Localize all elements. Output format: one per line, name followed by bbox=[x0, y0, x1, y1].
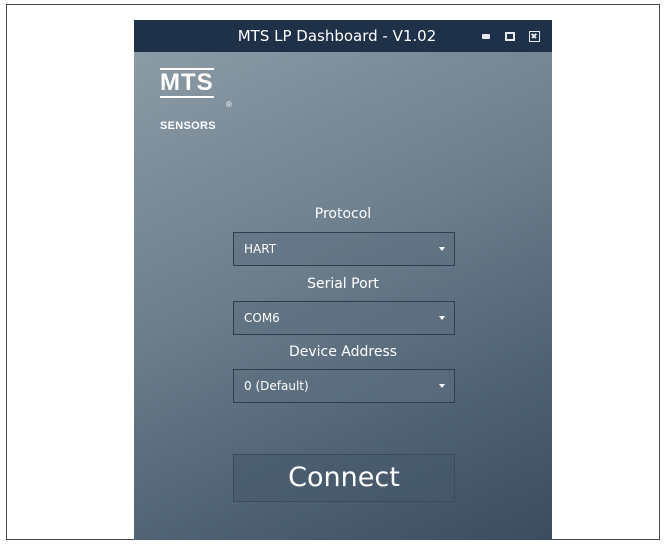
device-address-select[interactable]: 0 (Default) bbox=[233, 369, 455, 403]
device-address-value: 0 (Default) bbox=[244, 379, 309, 393]
title-bar[interactable]: MTS LP Dashboard - V1.02 bbox=[134, 20, 552, 52]
maximize-icon bbox=[505, 31, 515, 41]
close-icon bbox=[528, 30, 540, 42]
logo-registered-mark: ® bbox=[226, 100, 232, 109]
close-button[interactable] bbox=[526, 28, 542, 44]
maximize-button[interactable] bbox=[502, 28, 518, 44]
protocol-value: HART bbox=[244, 242, 277, 256]
device-address-label: Device Address bbox=[288, 344, 398, 360]
app-window: MTS LP Dashboard - V1.02 MTS ® SENSORS P… bbox=[134, 20, 552, 540]
chevron-down-icon bbox=[439, 247, 445, 251]
minimize-button[interactable] bbox=[478, 28, 494, 44]
protocol-label: Protocol bbox=[314, 206, 372, 222]
serial-port-select[interactable]: COM6 bbox=[233, 301, 455, 335]
chevron-down-icon bbox=[439, 316, 445, 320]
protocol-select[interactable]: HART bbox=[233, 232, 455, 266]
serial-port-label: Serial Port bbox=[307, 276, 379, 292]
mts-sensors-logo: MTS ® SENSORS bbox=[160, 68, 232, 138]
chevron-down-icon bbox=[439, 384, 445, 388]
minimize-icon bbox=[482, 33, 490, 39]
connect-button[interactable]: Connect bbox=[233, 454, 455, 502]
serial-port-value: COM6 bbox=[244, 311, 280, 325]
logo-brand: MTS bbox=[160, 68, 214, 98]
logo-subtitle: SENSORS bbox=[160, 120, 216, 132]
